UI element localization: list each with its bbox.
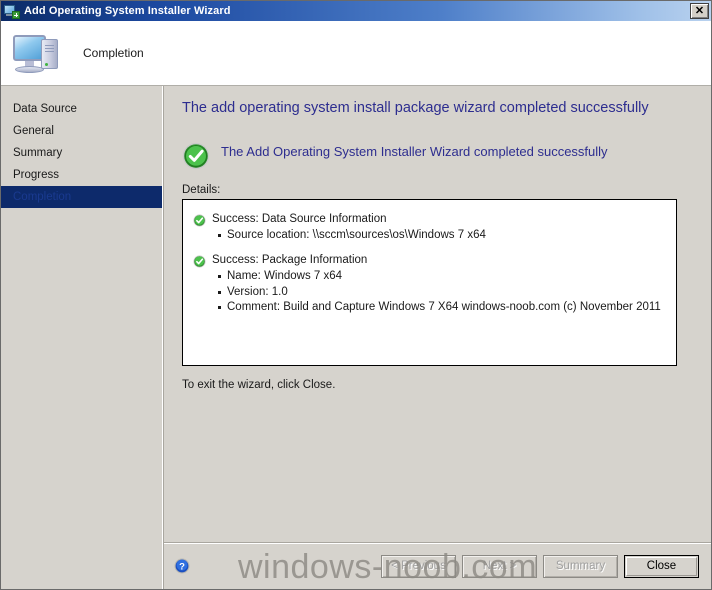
svg-text:?: ? bbox=[179, 562, 185, 573]
next-button[interactable]: Next > bbox=[462, 554, 537, 578]
wizard-content: The add operating system install package… bbox=[163, 86, 711, 589]
success-check-icon bbox=[193, 255, 206, 268]
detail-bullet-list: Source location: \\sccm\sources\os\Windo… bbox=[193, 228, 666, 244]
details-box[interactable]: Success: Data Source Information Source … bbox=[182, 198, 677, 366]
summary-button[interactable]: Summary bbox=[543, 554, 618, 578]
detail-group-data-source: Success: Data Source Information Source … bbox=[193, 213, 666, 244]
wizard-body: Data Source General Summary Progress Com… bbox=[1, 86, 711, 589]
detail-heading-row: Success: Package Information bbox=[193, 254, 666, 268]
sidebar-item-summary[interactable]: Summary bbox=[1, 142, 162, 164]
wizard-header: Completion bbox=[1, 21, 711, 86]
completion-message: The Add Operating System Installer Wizar… bbox=[221, 143, 608, 159]
list-item: Source location: \\sccm\sources\os\Windo… bbox=[218, 228, 666, 244]
sidebar-item-completion[interactable]: Completion bbox=[1, 186, 162, 208]
detail-heading: Success: Package Information bbox=[212, 254, 368, 267]
detail-heading-row: Success: Data Source Information bbox=[193, 213, 666, 227]
close-button[interactable]: Close bbox=[624, 554, 699, 578]
previous-button[interactable]: < Previous bbox=[381, 554, 456, 578]
help-question-icon[interactable]: ? bbox=[174, 558, 190, 574]
close-window-button[interactable]: ✕ bbox=[690, 3, 709, 19]
wizard-footer: ? < Previous Next > Summary Close bbox=[164, 542, 711, 589]
wizard-window: Add Operating System Installer Wizard ✕ … bbox=[0, 0, 712, 590]
list-item: Version: 1.0 bbox=[218, 285, 666, 301]
list-item: Name: Windows 7 x64 bbox=[218, 269, 666, 285]
page-title: The add operating system install package… bbox=[182, 100, 649, 116]
list-item: Comment: Build and Capture Windows 7 X64… bbox=[218, 300, 666, 316]
success-check-icon bbox=[193, 213, 206, 227]
sidebar-item-general[interactable]: General bbox=[1, 120, 162, 142]
exit-instruction: To exit the wizard, click Close. bbox=[182, 378, 336, 391]
title-bar: Add Operating System Installer Wizard ✕ bbox=[1, 1, 711, 21]
completion-result: The Add Operating System Installer Wizar… bbox=[164, 119, 711, 170]
details-label: Details: bbox=[182, 183, 221, 196]
window-title: Add Operating System Installer Wizard bbox=[24, 5, 231, 17]
wizard-step-list: Data Source General Summary Progress Com… bbox=[1, 86, 163, 589]
detail-bullet-list: Name: Windows 7 x64 Version: 1.0 Comment… bbox=[193, 269, 666, 316]
sidebar-item-data-source[interactable]: Data Source bbox=[1, 98, 162, 120]
wizard-step-title: Completion bbox=[83, 46, 144, 60]
computer-icon bbox=[11, 29, 65, 77]
computer-add-icon bbox=[4, 3, 20, 19]
detail-group-package: Success: Package Information Name: Windo… bbox=[193, 254, 666, 316]
success-check-icon bbox=[182, 142, 210, 169]
sidebar-item-progress[interactable]: Progress bbox=[1, 164, 162, 186]
footer-button-group: < Previous Next > Summary Close bbox=[381, 554, 699, 578]
detail-heading: Success: Data Source Information bbox=[212, 212, 387, 225]
